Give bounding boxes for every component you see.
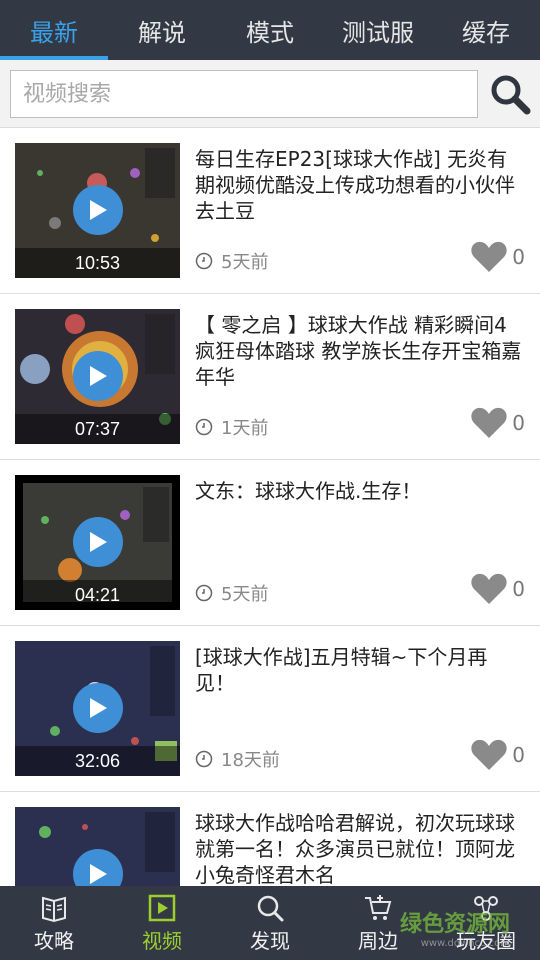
video-thumbnail[interactable]: 32:06 [15, 641, 180, 776]
video-thumbnail[interactable] [15, 807, 180, 886]
search-bar [0, 60, 540, 128]
book-icon [42, 896, 66, 922]
upload-time: 5天前 [221, 252, 269, 273]
video-meta: 18天前 [195, 746, 280, 772]
nav-video[interactable]: 视频 [108, 886, 216, 960]
video-duration: 10:53 [15, 248, 180, 278]
clock-icon [195, 418, 213, 436]
video-duration: 04:21 [15, 580, 180, 610]
tab-commentary[interactable]: 解说 [108, 0, 216, 60]
clock-icon [195, 584, 213, 602]
like-button[interactable]: 0 [470, 240, 525, 274]
watermark: 绿色资源网 www.downcc.com [400, 906, 510, 949]
nav-guides[interactable]: 攻略 [0, 886, 108, 960]
list-item[interactable]: 04:21 文东：球球大作战.生存！ 5天前 0 [0, 460, 540, 626]
nav-discover[interactable]: 发现 [216, 886, 324, 960]
video-thumbnail[interactable]: 10:53 [15, 143, 180, 278]
video-title[interactable]: 球球大作战哈哈君解说，初次玩球球就第一名！众多演员已就位！顶阿龙小兔奇怪君木名 [195, 810, 525, 886]
list-item[interactable]: 10:53 每日生存EP23[球球大作战] 无炎有期视频优酷没上传成功想看的小伙… [0, 128, 540, 294]
upload-time: 5天前 [221, 584, 269, 605]
tab-cache[interactable]: 缓存 [432, 0, 540, 60]
search-button[interactable] [486, 70, 534, 118]
nav-label: 攻略 [34, 928, 74, 953]
play-button[interactable] [73, 517, 123, 567]
play-button[interactable] [73, 185, 123, 235]
list-item[interactable]: 球球大作战哈哈君解说，初次玩球球就第一名！众多演员已就位！顶阿龙小兔奇怪君木名 [0, 792, 540, 886]
video-meta: 5天前 [195, 580, 268, 606]
list-item[interactable]: 32:06 [球球大作战]五月特辑~下个月再见！ 18天前 0 [0, 626, 540, 792]
play-icon [90, 366, 107, 386]
like-button[interactable]: 0 [470, 406, 525, 440]
video-duration: 32:06 [15, 746, 180, 776]
like-count: 0 [512, 577, 525, 601]
clock-icon [195, 252, 213, 270]
play-button[interactable] [73, 683, 123, 733]
clock-icon [195, 750, 213, 768]
play-icon [90, 698, 107, 718]
video-title[interactable]: 每日生存EP23[球球大作战] 无炎有期视频优酷没上传成功想看的小伙伴去土豆 [195, 146, 525, 224]
video-list: 10:53 每日生存EP23[球球大作战] 无炎有期视频优酷没上传成功想看的小伙… [0, 128, 540, 886]
search-input[interactable] [10, 70, 478, 118]
tab-modes[interactable]: 模式 [216, 0, 324, 60]
heart-icon [471, 407, 507, 438]
video-icon [148, 894, 176, 921]
like-button[interactable]: 0 [470, 572, 525, 606]
video-thumbnail[interactable]: 04:21 [15, 475, 180, 610]
watermark-url: www.downcc.com [420, 938, 511, 949]
nav-label: 周边 [358, 928, 398, 953]
nav-label: 视频 [142, 928, 182, 953]
upload-time: 18天前 [221, 750, 280, 771]
cart-icon [365, 894, 392, 920]
play-button[interactable] [73, 351, 123, 401]
nav-label: 发现 [250, 928, 290, 953]
search-icon [257, 895, 284, 921]
video-thumbnail[interactable]: 07:37 [15, 309, 180, 444]
heart-icon [471, 739, 507, 770]
tab-test-server[interactable]: 测试服 [324, 0, 432, 60]
like-count: 0 [512, 411, 525, 435]
list-item[interactable]: 07:37 【 零之启 】球球大作战 精彩瞬间4 疯狂母体踏球 教学族长生存开宝… [0, 294, 540, 460]
tab-latest[interactable]: 最新 [0, 0, 108, 60]
video-meta: 5天前 [195, 248, 268, 274]
like-count: 0 [512, 245, 525, 269]
play-icon [90, 200, 107, 220]
video-title[interactable]: [球球大作战]五月特辑~下个月再见！ [195, 644, 525, 696]
like-button[interactable]: 0 [470, 738, 525, 772]
heart-icon [471, 573, 507, 604]
search-icon [491, 75, 531, 115]
heart-icon [471, 241, 507, 272]
play-icon [90, 532, 107, 552]
video-title[interactable]: 【 零之启 】球球大作战 精彩瞬间4 疯狂母体踏球 教学族长生存开宝箱嘉年华 [195, 312, 525, 390]
video-title[interactable]: 文东：球球大作战.生存！ [195, 478, 525, 504]
watermark-text: 绿色资源网 [400, 912, 511, 937]
video-duration: 07:37 [15, 414, 180, 444]
play-icon [90, 864, 107, 884]
like-count: 0 [512, 743, 525, 767]
upload-time: 1天前 [221, 418, 269, 439]
video-meta: 1天前 [195, 414, 268, 440]
top-tab-bar: 最新 解说 模式 测试服 缓存 [0, 0, 540, 60]
